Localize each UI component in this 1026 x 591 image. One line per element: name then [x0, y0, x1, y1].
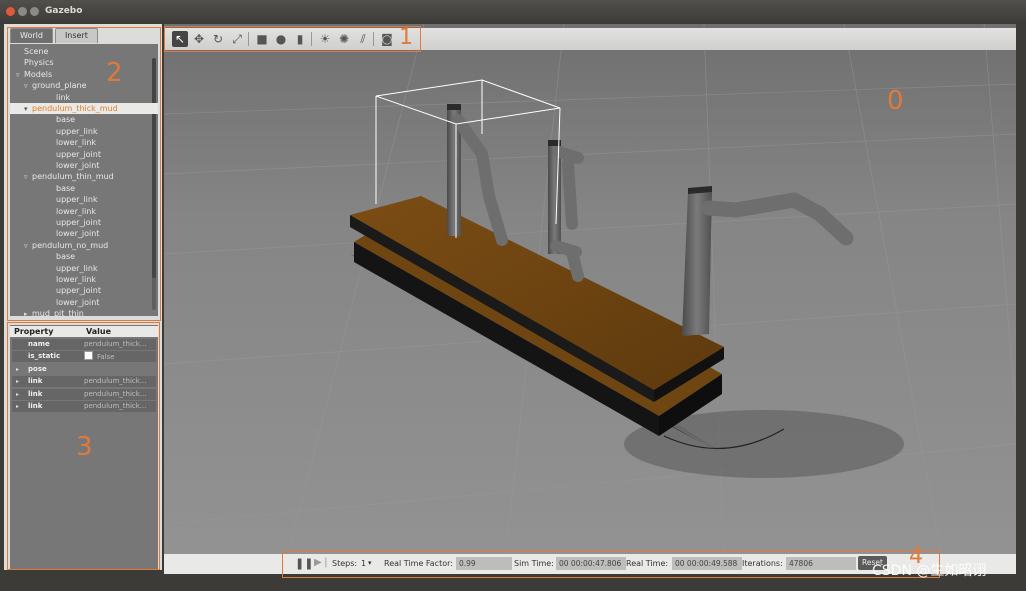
annotation-box-4	[282, 550, 940, 578]
annotation-box-2	[7, 27, 161, 321]
window-title: Gazebo	[45, 6, 83, 16]
annotation-label-0: 0	[887, 86, 904, 116]
window-titlebar: Gazebo	[0, 0, 1026, 24]
minimize-window-icon[interactable]	[18, 7, 27, 16]
annotation-label-2: 2	[106, 58, 123, 88]
annotation-box-1	[164, 26, 421, 52]
annotation-label-1: 1	[399, 25, 413, 50]
maximize-window-icon[interactable]	[30, 7, 39, 16]
close-window-icon[interactable]	[6, 7, 15, 16]
annotation-label-3: 3	[76, 432, 93, 462]
watermark: CSDN @生如昭诩	[872, 563, 987, 579]
